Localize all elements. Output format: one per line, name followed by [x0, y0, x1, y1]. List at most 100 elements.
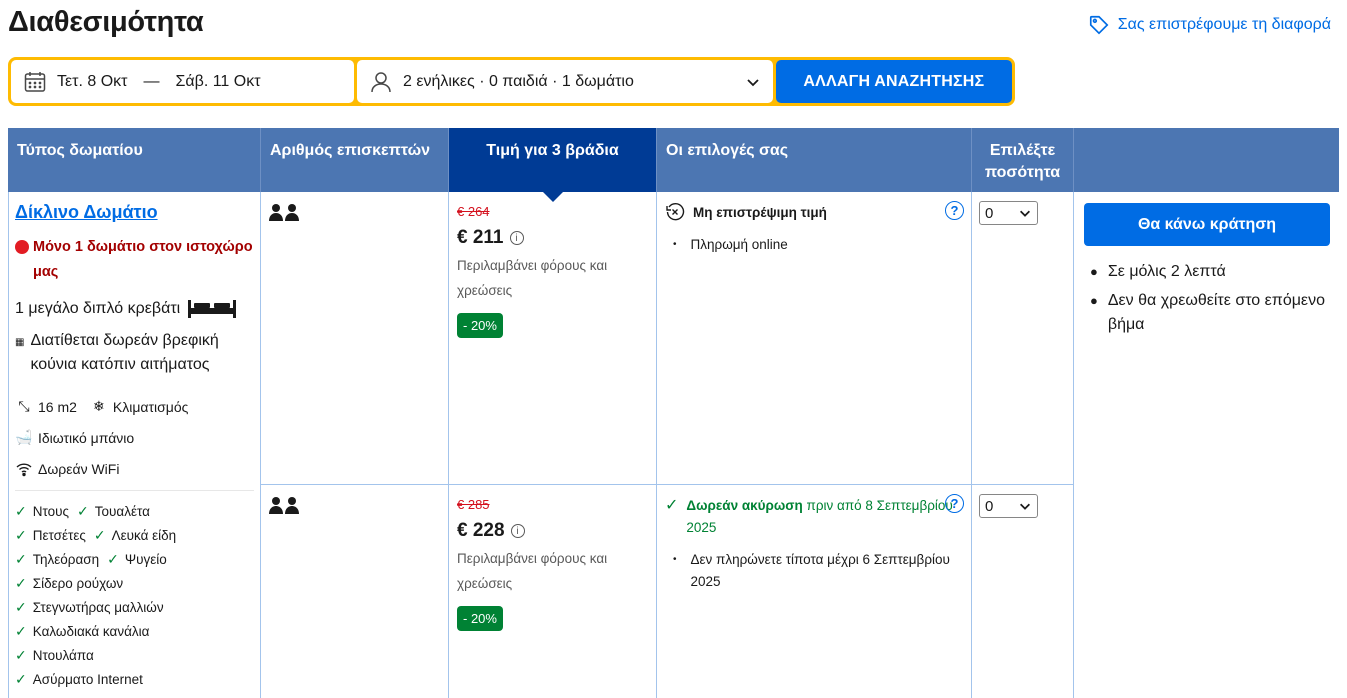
room-size: 16 m2	[38, 398, 77, 415]
amenity-label: Τηλεόραση	[32, 551, 100, 567]
amenity-row: ✓ Τηλεόραση ✓ Ψυγείο	[15, 547, 254, 571]
check-icon: ✓	[665, 497, 679, 514]
bullet-icon: •	[673, 554, 677, 565]
options-cell: Μη επιστρέψιμη τιμή ? • Πληρωμή online	[657, 192, 972, 484]
two-guests-icon	[269, 496, 440, 514]
option-item: • Πληρωμή online	[665, 234, 963, 256]
check-icon: ✓	[15, 502, 27, 519]
amenity-label: Καλωδιακά κανάλια	[32, 623, 150, 639]
amenity-label: Πετσέτες	[32, 527, 86, 543]
checkout-date: Σάβ. 11 Οκτ	[175, 72, 261, 90]
option-title: Μη επιστρέψιμη τιμή	[665, 202, 963, 224]
private-bathroom: Ιδιωτικό μπάνιο	[38, 429, 135, 446]
current-price: € 228 i	[457, 520, 648, 542]
quantity-cell: 0	[972, 192, 1074, 484]
amenity-item: ✓ Τουαλέτα	[77, 503, 150, 520]
option-title: ✓ Δωρεάν ακύρωση πριν από 8 Σεπτεμβρίου …	[665, 495, 963, 539]
wifi-icon	[16, 462, 32, 476]
amenity-label: Ψυγείο	[124, 551, 167, 567]
amenity-label: Στεγνωτήρας μαλλιών	[32, 599, 164, 615]
booking-cell: Θα κάνω κράτηση ● Σε μόλις 2 λεπτά ● Δεν θ…	[1074, 192, 1339, 698]
options-cell: ✓ Δωρεάν ακύρωση πριν από 8 Σεπτεμβρίου …	[657, 485, 972, 698]
check-icon: ✓	[15, 550, 27, 567]
amenity-label: Σίδερο ρούχων	[32, 575, 124, 591]
check-icon: ✓	[15, 670, 27, 687]
crib-icon: ▦	[15, 337, 25, 348]
person-icon	[371, 71, 391, 92]
crib-text: Διατίθεται δωρεάν βρεφική κούνια κατόπιν…	[30, 332, 219, 373]
crib-info: ▦ Διατίθεται δωρεάν βρεφική κούνια κατόπ…	[15, 329, 254, 377]
amenity-label: Λευκά είδη	[111, 527, 177, 543]
taxes-note: Περιλαμβάνει φόρους και χρεώσεις	[457, 258, 608, 298]
amenity-item: ✓ Καλωδιακά κανάλια	[15, 623, 149, 640]
amenity-row: ✓ Ασύρματο Internet	[15, 667, 254, 691]
amenities-list: ✓ Ντους ✓ Τουαλέτα ✓ Πετσέτες ✓ Λευκά είδη ✓…	[15, 499, 254, 691]
room-facts: ⤡ 16 m2 ❄ Κλιματισμός 🛁 Ιδιωτικό μπάνιο …	[15, 391, 254, 484]
quantity-value: 0	[985, 204, 994, 222]
taxes-note: Περιλαμβάνει φόρους και χρεώσεις	[457, 551, 608, 591]
fact-row: 🛁 Ιδιωτικό μπάνιο	[15, 422, 254, 453]
guests-cell	[261, 192, 449, 484]
booking-note-text: Δεν θα χρεωθείτε στο επόμενο βήμα	[1107, 292, 1325, 333]
current-price-value: € 211	[457, 227, 504, 248]
date-separator: —	[143, 72, 160, 90]
room-info-cell: Δίκλινο Δωμάτιο Μόνο 1 δωμάτιο στον ιστο…	[8, 192, 261, 698]
reserve-button[interactable]: Θα κάνω κράτηση	[1084, 203, 1330, 246]
amenity-row: ✓ Στεγνωτήρας μαλλιών	[15, 595, 254, 619]
price-match-link[interactable]: Σας επιστρέφουμε τη διαφορά	[1088, 14, 1331, 36]
two-guests-icon	[269, 203, 440, 221]
amenity-label: Τουαλέτα	[94, 503, 150, 519]
table-body: Δίκλινο Δωμάτιο Μόνο 1 δωμάτιο στον ιστο…	[8, 192, 1339, 698]
check-icon: ✓	[15, 598, 27, 615]
booking-note: ● Σε μόλις 2 λεπτά	[1090, 260, 1330, 284]
room-name-link[interactable]: Δίκλινο Δωμάτιο	[15, 202, 158, 223]
info-icon[interactable]: i	[509, 231, 524, 245]
guests-cell	[261, 485, 449, 698]
checkin-date: Τετ. 8 Οκτ	[57, 72, 128, 90]
calendar-icon	[24, 71, 46, 92]
quantity-select[interactable]: 0	[979, 201, 1038, 225]
rate-row: € 285 € 228 i Περιλαμβάνει φόρους και χρε…	[261, 485, 1074, 698]
fact-row: Δωρεάν WiFi	[15, 453, 254, 484]
change-search-button[interactable]: ΑΛΛΑΓΗ ΑΝΑΖΗΤΗΣΗΣ	[775, 60, 1013, 103]
booking-notes: ● Σε μόλις 2 λεπτά ● Δεν θα χρεωθείτε στο …	[1084, 260, 1330, 337]
amenity-item: ✓ Ντους	[15, 503, 69, 520]
guests-picker[interactable]: 2 ενήλικες · 0 παιδιά · 1 δωμάτιο	[356, 60, 773, 103]
check-icon: ✓	[93, 526, 106, 543]
amenity-row: ✓ Καλωδιακά κανάλια	[15, 619, 254, 643]
guests-summary: 2 ενήλικες · 0 παιδιά · 1 δωμάτιο	[402, 72, 634, 90]
date-picker[interactable]: Τετ. 8 Οκτ — Σάβ. 11 Οκτ	[11, 60, 354, 103]
amenity-item: ✓ Τηλεόραση	[15, 551, 99, 568]
header-empty	[1074, 128, 1339, 192]
help-icon[interactable]: ?	[945, 201, 964, 220]
original-price: € 285	[457, 497, 490, 512]
option-title-text: Δωρεάν ακύρωση πριν από 8 Σεπτεμβρίου 20…	[686, 495, 963, 539]
room-size-icon: ⤡	[18, 398, 30, 414]
header-quantity: Επιλέξτε ποσότητα	[972, 128, 1074, 192]
help-icon[interactable]: ?	[945, 494, 964, 513]
amenity-row: ✓ Ντους ✓ Τουαλέτα	[15, 499, 254, 523]
check-icon: ✓	[77, 502, 89, 519]
discount-badge: - 20%	[457, 313, 503, 338]
bathroom-icon: 🛁	[15, 429, 33, 445]
amenity-row: ✓ Σίδερο ρούχων	[15, 571, 254, 595]
price-tag-icon	[1089, 15, 1109, 35]
availability-table: Τύπος δωματίου Αριθμός επισκεπτών Τιμή γ…	[8, 128, 1339, 698]
scarcity-notice: Μόνο 1 δωμάτιο στον ιστοχώρο μας	[15, 235, 254, 285]
quantity-select[interactable]: 0	[979, 494, 1038, 518]
amenity-row: ✓ Πετσέτες ✓ Λευκά είδη	[15, 523, 254, 547]
bullet-icon: ●	[1090, 293, 1098, 308]
check-icon: ✓	[15, 526, 27, 543]
page-title: Διαθεσιμότητα	[8, 6, 204, 38]
price-cell: € 264 € 211 i Περιλαμβάνει φόρους και χρε…	[449, 192, 657, 484]
chevron-down-icon	[747, 78, 759, 86]
discount-badge: - 20%	[457, 606, 503, 631]
booking-note: ● Δεν θα χρεωθείτε στο επόμενο βήμα	[1090, 289, 1330, 337]
amenity-row: ✓ Ντουλάπα	[15, 643, 254, 667]
amenity-item: ✓ Σίδερο ρούχων	[15, 575, 123, 592]
price-match-label: Σας επιστρέφουμε τη διαφορά	[1117, 16, 1331, 33]
info-icon[interactable]: i	[510, 524, 525, 538]
amenity-label: Ντους	[32, 503, 70, 519]
option-item-text: Δεν πληρώνετε τίποτα μέχρι 6 Σεπτεμβρίου…	[690, 552, 950, 589]
header-options: Οι επιλογές σας	[657, 128, 972, 192]
